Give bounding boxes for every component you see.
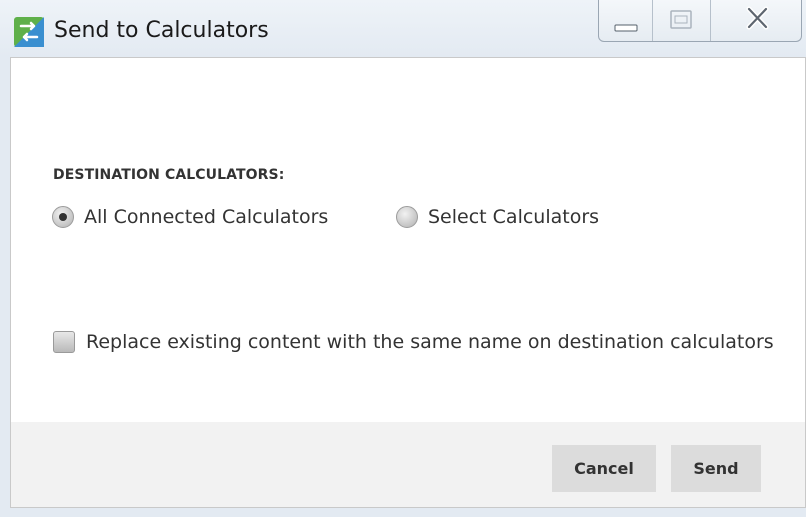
window-controls [598,0,802,42]
radio-dot [59,213,67,221]
replace-content-label[interactable]: Replace existing content with the same n… [86,328,774,356]
transfer-arrows-icon [14,17,44,47]
destination-section-label: DESTINATION CALCULATORS: [53,167,285,183]
radio-button-selected[interactable] [52,206,74,228]
window-frame-bottom [0,508,806,517]
send-to-calculators-dialog: Send to Calculators DESTINATION CALCULAT… [0,0,806,517]
close-icon [746,6,769,30]
radio-button-unselected[interactable] [396,206,418,228]
minimize-button[interactable] [599,0,653,41]
maximize-icon [670,10,692,29]
cancel-button[interactable]: Cancel [552,445,656,492]
minimize-icon [614,24,638,32]
send-button[interactable]: Send [671,445,761,492]
replace-content-checkbox[interactable] [53,331,75,353]
window-frame-left [0,57,10,517]
radio-label-all-connected[interactable]: All Connected Calculators [84,204,328,230]
window-title: Send to Calculators [54,18,269,43]
close-button[interactable] [711,0,801,41]
radio-label-select-calculators[interactable]: Select Calculators [428,204,599,230]
maximize-button[interactable] [653,0,711,41]
title-bar[interactable]: Send to Calculators [0,0,806,57]
